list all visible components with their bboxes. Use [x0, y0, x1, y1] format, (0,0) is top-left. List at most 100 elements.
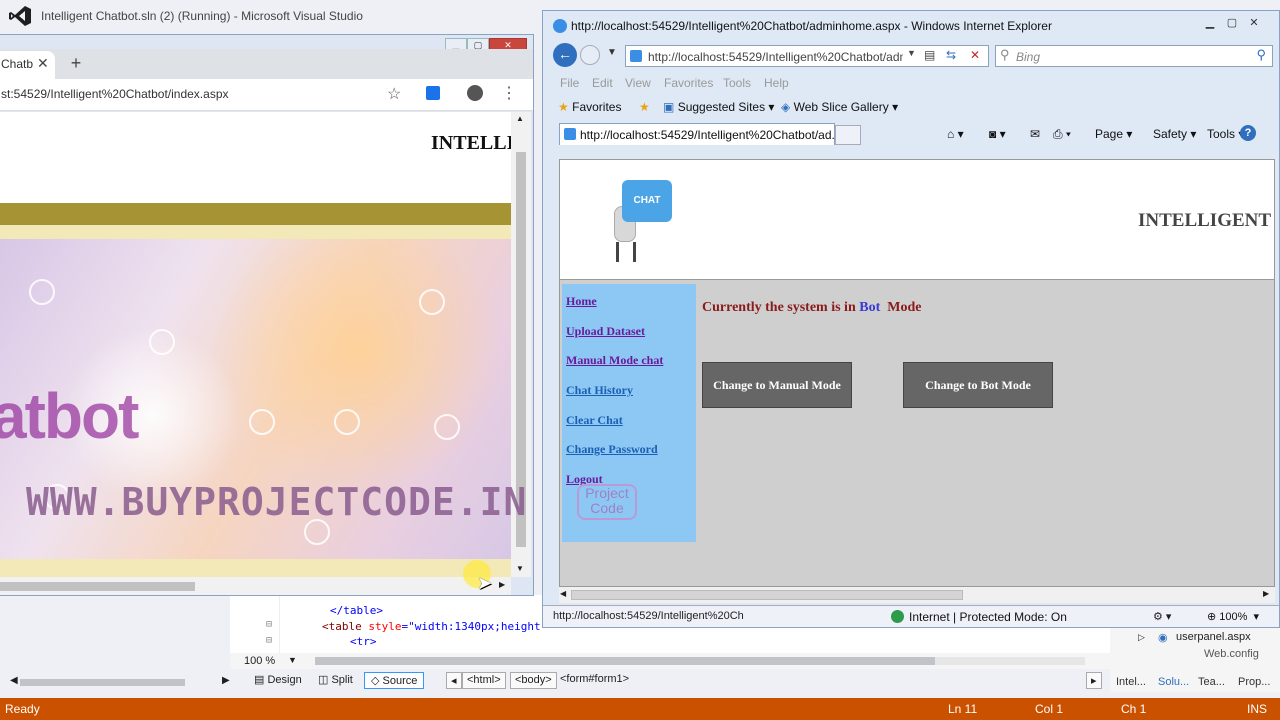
ie-hscrollbar[interactable]: ◀ ▶: [559, 587, 1275, 603]
menu-view[interactable]: View: [625, 76, 651, 90]
footer-band: [0, 559, 511, 577]
page-icon: [564, 128, 576, 140]
protected-mode-icon[interactable]: ⚙ ▾: [1153, 610, 1171, 623]
chrome-tab[interactable]: Chatb ✕: [0, 51, 55, 79]
status-line: Ln 11: [948, 702, 978, 716]
breadcrumb-back-icon[interactable]: ◂: [446, 672, 462, 689]
scroll-thumb[interactable]: [0, 582, 195, 591]
menu-favorites[interactable]: Favorites: [664, 76, 713, 90]
scroll-left-icon[interactable]: ◀: [560, 589, 566, 598]
chevron-down-icon[interactable]: ▼: [288, 655, 297, 665]
security-zone[interactable]: Internet | Protected Mode: On: [909, 610, 1067, 624]
nav-upload-dataset[interactable]: Upload Dataset: [566, 324, 645, 339]
chrome-address-bar[interactable]: st:54529/Intelligent%20Chatbot/index.asp…: [1, 87, 229, 101]
minimize-icon[interactable]: ▁: [1199, 17, 1221, 31]
ie-tab[interactable]: http://localhost:54529/Intelligent%20Cha…: [559, 123, 842, 145]
status-char: Ch 1: [1121, 702, 1147, 716]
ie-logo-icon: [553, 19, 567, 33]
breadcrumb-html[interactable]: <html>: [462, 672, 506, 689]
ie-address-bar[interactable]: http://localhost:54529/Intelligent%20Cha…: [625, 45, 989, 67]
breadcrumb-forward-icon[interactable]: ▸: [1086, 672, 1102, 689]
source-view-button[interactable]: ◇ Source: [364, 672, 425, 689]
design-view-button[interactable]: ▤ Design: [248, 672, 308, 689]
extension-icon[interactable]: [426, 86, 440, 100]
scroll-thumb[interactable]: [571, 590, 963, 600]
scroll-up-icon[interactable]: ▲: [516, 114, 524, 123]
change-to-bot-mode-button[interactable]: Change to Bot Mode: [903, 362, 1053, 408]
menu-tools[interactable]: Tools: [723, 76, 751, 90]
bookmark-star-icon[interactable]: ☆: [387, 84, 401, 104]
chrome-hscrollbar[interactable]: ▶: [0, 577, 511, 595]
forward-arrow-icon[interactable]: [580, 45, 600, 65]
profile-avatar-icon[interactable]: [467, 85, 483, 101]
menu-help[interactable]: Help: [764, 76, 789, 90]
tab-team-explorer[interactable]: Tea...: [1198, 676, 1225, 688]
scroll-right-icon[interactable]: ▶: [1263, 589, 1269, 598]
code-line: <table style="width:1340px;height: [322, 620, 541, 633]
compatibility-view-icon[interactable]: ▤: [924, 48, 935, 62]
scroll-left-icon[interactable]: ◀: [10, 675, 18, 686]
address-dropdown-icon[interactable]: ▼: [907, 48, 916, 58]
tab-properties[interactable]: Prop...: [1238, 676, 1270, 688]
help-icon[interactable]: ?: [1240, 125, 1256, 141]
safety-menu[interactable]: Safety ▾: [1153, 127, 1196, 141]
chrome-tab-label: Chatb: [1, 57, 34, 71]
tab-intellitrace[interactable]: Intel...: [1116, 676, 1146, 688]
code-gutter: ⊟ ⊟: [230, 595, 280, 653]
scroll-down-icon[interactable]: ▼: [516, 564, 524, 573]
scroll-thumb[interactable]: [20, 679, 185, 686]
new-tab-icon[interactable]: +: [65, 53, 87, 75]
collapse-icon[interactable]: ⊟: [266, 619, 272, 630]
hero-text: atbot: [0, 380, 139, 452]
menu-file[interactable]: File: [560, 76, 579, 90]
menu-edit[interactable]: Edit: [592, 76, 613, 90]
favorites-button[interactable]: ★ Favorites: [558, 100, 621, 114]
add-favorite-icon[interactable]: ★: [639, 100, 650, 114]
status-column: Col 1: [1035, 702, 1064, 716]
scroll-right-icon[interactable]: ▶: [499, 580, 505, 589]
current-mode-text: Currently the system is in Bot Mode: [702, 300, 922, 315]
stop-icon[interactable]: ✕: [970, 48, 980, 62]
page-menu[interactable]: Page ▾: [1095, 127, 1132, 141]
home-icon[interactable]: ⌂ ▾: [947, 127, 964, 141]
rss-feed-icon[interactable]: ◙ ▾: [989, 127, 1006, 141]
editor-hscrollbar[interactable]: [315, 657, 1085, 665]
ie-search-box[interactable]: ⚲ Bing ⚲: [995, 45, 1273, 67]
nav-chat-history[interactable]: Chat History: [566, 383, 633, 398]
mail-icon[interactable]: ✉: [1030, 127, 1040, 141]
nav-home[interactable]: Home: [566, 294, 597, 309]
search-icon[interactable]: ⚲: [1256, 47, 1266, 63]
print-icon[interactable]: ⎙ ▾: [1053, 127, 1071, 142]
tools-menu[interactable]: Tools ▾: [1207, 127, 1244, 141]
tab-close-icon[interactable]: ✕: [37, 55, 49, 72]
search-placeholder: Bing: [1016, 50, 1041, 64]
nav-clear-chat[interactable]: Clear Chat: [566, 413, 623, 428]
collapse-icon[interactable]: ⊟: [266, 635, 272, 646]
close-icon[interactable]: ✕: [1243, 17, 1265, 31]
expand-icon[interactable]: ▷: [1138, 632, 1145, 643]
maximize-icon[interactable]: ▢: [1221, 17, 1243, 31]
new-tab-button[interactable]: [835, 125, 861, 145]
zoom-level[interactable]: 100 %: [244, 655, 275, 667]
scroll-right-icon[interactable]: ▶: [222, 675, 230, 686]
kebab-menu-icon[interactable]: ⋮: [501, 83, 517, 103]
solution-item-userpanel[interactable]: userpanel.aspx: [1176, 631, 1251, 643]
breadcrumb-body[interactable]: <body>: [510, 672, 557, 689]
split-view-button[interactable]: ◫ Split: [312, 672, 359, 689]
zoom-level[interactable]: ⊕ 100% ▾: [1207, 610, 1259, 623]
tab-solution-explorer[interactable]: Solu...: [1158, 676, 1189, 688]
web-slice-gallery-button[interactable]: ◈ Web Slice Gallery ▾: [781, 100, 898, 114]
back-arrow-icon[interactable]: ←: [553, 43, 577, 67]
refresh-icon[interactable]: ⇆: [946, 48, 956, 62]
left-pane-scrollbar[interactable]: ◀ ▶: [0, 672, 232, 692]
nav-manual-mode-chat[interactable]: Manual Mode chat: [566, 353, 663, 368]
suggested-sites-button[interactable]: ▣ Suggested Sites ▾: [663, 100, 774, 114]
breadcrumb-form[interactable]: <form#form1>: [556, 672, 633, 689]
network-node-icon: [249, 409, 275, 435]
scroll-thumb[interactable]: [315, 657, 935, 665]
solution-item-webconfig[interactable]: Web.config: [1204, 648, 1259, 660]
history-dropdown-icon[interactable]: ▼: [607, 47, 617, 58]
nav-change-password[interactable]: Change Password: [566, 442, 658, 457]
change-to-manual-mode-button[interactable]: Change to Manual Mode: [702, 362, 852, 408]
robot-legs-icon: [616, 242, 636, 262]
